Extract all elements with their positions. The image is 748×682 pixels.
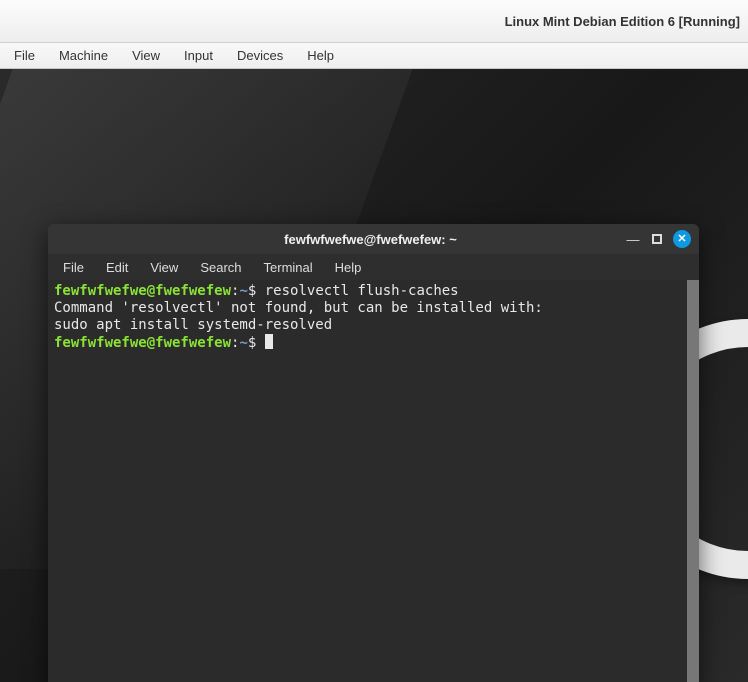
command-text: resolvectl flush-caches	[265, 283, 459, 299]
vm-menubar: File Machine View Input Devices Help	[0, 43, 748, 69]
output-line: sudo apt install systemd-resolved	[54, 317, 693, 334]
terminal-line: fewfwfwefwe@fwefwefew:~$	[54, 334, 693, 352]
vm-menu-view[interactable]: View	[120, 45, 172, 66]
guest-desktop[interactable]: fewfwfwefwe@fwefwefew: ~ — ✕ File Edit V…	[0, 69, 748, 682]
terminal-scrollbar[interactable]	[687, 280, 699, 682]
term-menu-help[interactable]: Help	[324, 257, 373, 278]
prompt-user: fewfwfwefwe@fwefwefew	[54, 335, 231, 351]
term-menu-search[interactable]: Search	[189, 257, 252, 278]
vm-title: Linux Mint Debian Edition 6 [Running]	[505, 14, 740, 29]
vm-menu-help[interactable]: Help	[295, 45, 346, 66]
term-menu-view[interactable]: View	[139, 257, 189, 278]
minimize-button[interactable]: —	[625, 231, 641, 247]
scrollbar-thumb[interactable]	[687, 280, 699, 682]
term-menu-edit[interactable]: Edit	[95, 257, 139, 278]
terminal-title: fewfwfwefwe@fwefwefew: ~	[116, 232, 625, 247]
maximize-button[interactable]	[649, 231, 665, 247]
vm-menu-file[interactable]: File	[2, 45, 47, 66]
vm-menu-devices[interactable]: Devices	[225, 45, 295, 66]
output-line: Command 'resolvectl' not found, but can …	[54, 300, 693, 317]
cursor	[265, 334, 273, 349]
terminal-window: fewfwfwefwe@fwefwefew: ~ — ✕ File Edit V…	[48, 224, 699, 682]
prompt-path: ~	[239, 283, 247, 299]
terminal-body[interactable]: fewfwfwefwe@fwefwefew:~$ resolvectl flus…	[48, 280, 699, 682]
vm-menu-machine[interactable]: Machine	[47, 45, 120, 66]
term-menu-terminal[interactable]: Terminal	[253, 257, 324, 278]
titlebar-buttons: — ✕	[625, 230, 691, 248]
vm-titlebar: Linux Mint Debian Edition 6 [Running]	[0, 0, 748, 43]
terminal-menubar: File Edit View Search Terminal Help	[48, 254, 699, 280]
prompt-path: ~	[239, 335, 247, 351]
close-button[interactable]: ✕	[673, 230, 691, 248]
terminal-titlebar[interactable]: fewfwfwefwe@fwefwefew: ~ — ✕	[48, 224, 699, 254]
maximize-icon	[652, 234, 662, 244]
terminal-line: fewfwfwefwe@fwefwefew:~$ resolvectl flus…	[54, 283, 693, 300]
term-menu-file[interactable]: File	[52, 257, 95, 278]
prompt-user: fewfwfwefwe@fwefwefew	[54, 283, 231, 299]
vm-menu-input[interactable]: Input	[172, 45, 225, 66]
